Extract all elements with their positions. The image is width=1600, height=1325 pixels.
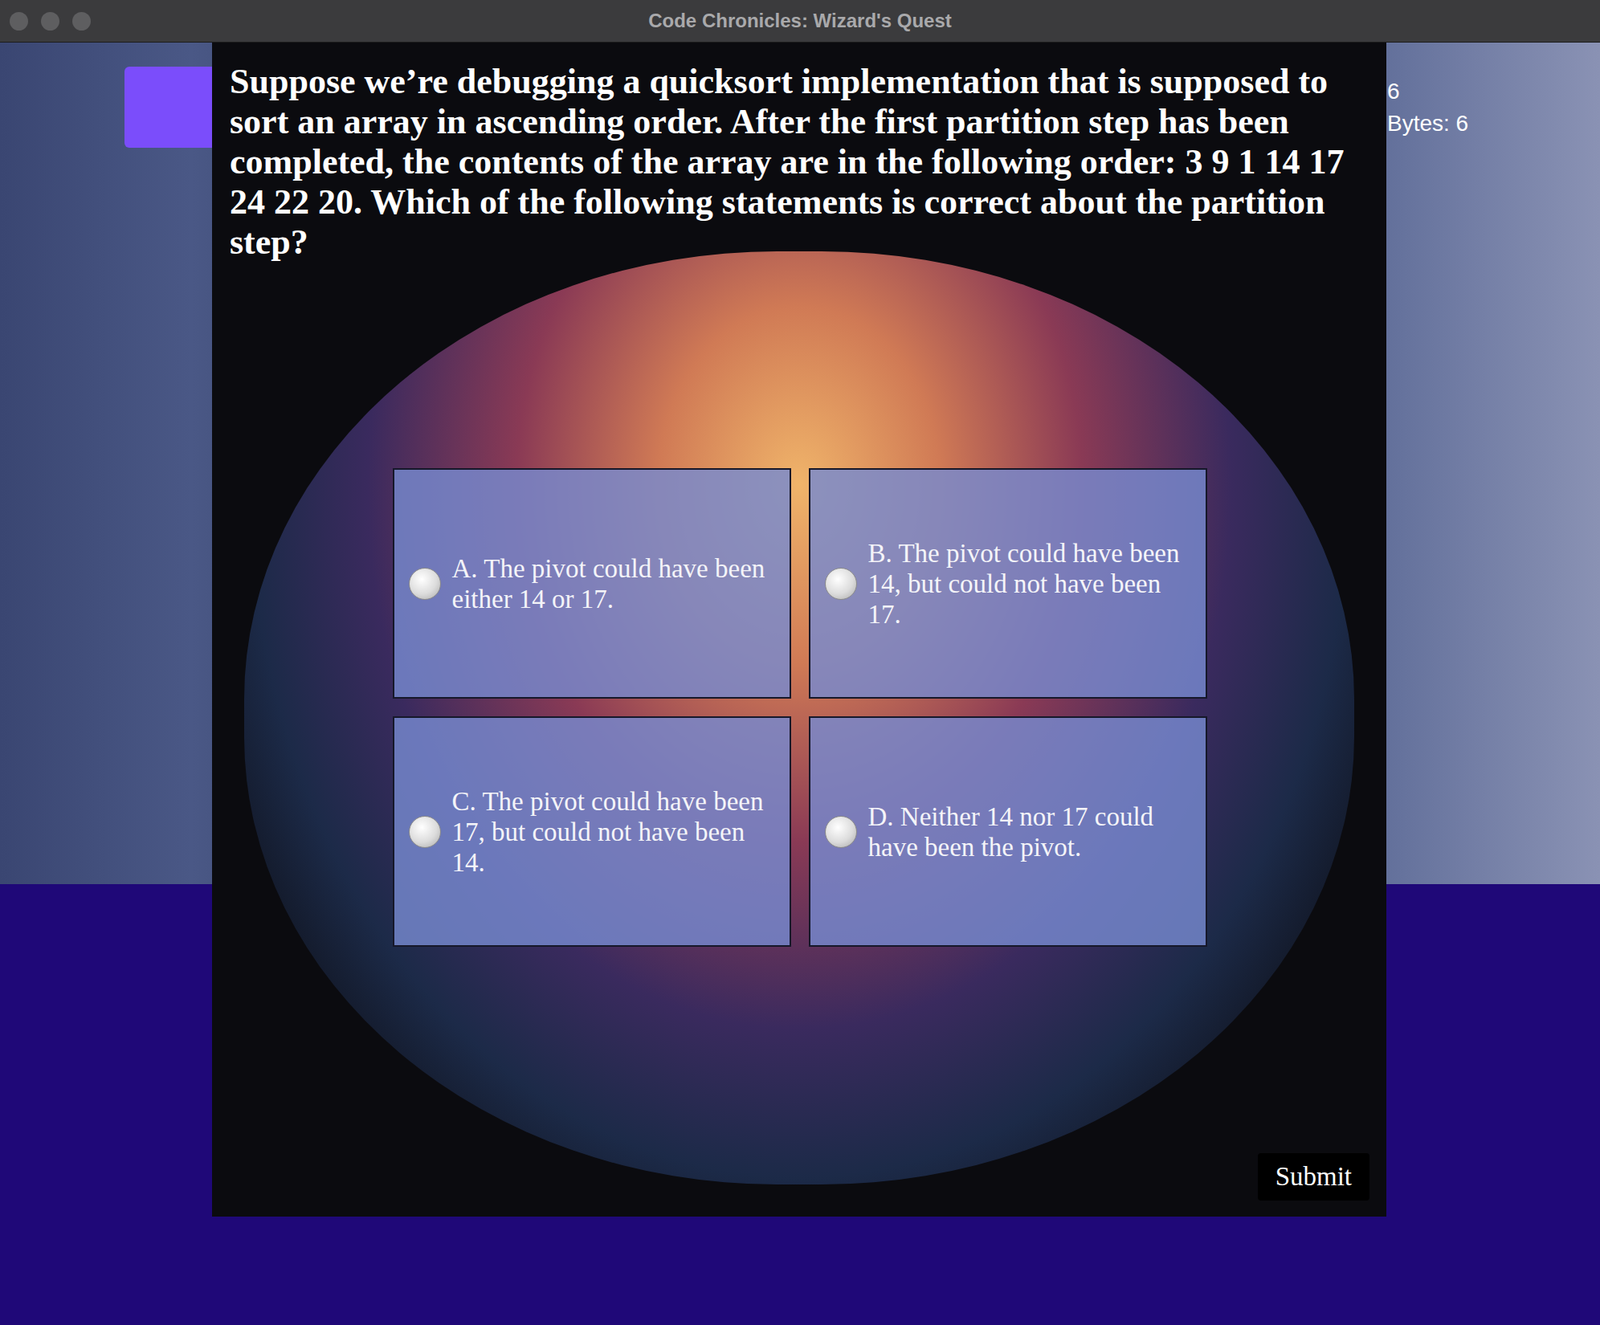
quiz-modal: Suppose we’re debugging a quicksort impl… [212, 42, 1387, 1217]
game-stage: 6 Bytes: 6 Suppose we’re debugging a quick… [0, 42, 1600, 1325]
radio-icon[interactable] [408, 567, 441, 600]
radio-icon[interactable] [408, 816, 441, 849]
option-card[interactable]: A. The pivot could have been either 14 o… [392, 468, 792, 699]
modal-footer: Submit [229, 1153, 1370, 1201]
close-icon[interactable] [9, 12, 29, 31]
question-text: Suppose we’re debugging a quicksort impl… [229, 61, 1347, 271]
options-grid: A. The pivot could have been either 14 o… [229, 468, 1370, 947]
hud-badge [124, 66, 221, 148]
window-controls [0, 12, 91, 31]
option-label: C. The pivot could have been 17, but cou… [452, 786, 772, 878]
option-card[interactable]: B. The pivot could have been 14, but cou… [808, 468, 1208, 699]
option-label: D. Neither 14 nor 17 could have been the… [868, 801, 1188, 863]
option-label: B. The pivot could have been 14, but cou… [868, 538, 1188, 630]
zoom-icon[interactable] [72, 12, 91, 31]
radio-icon[interactable] [824, 816, 858, 849]
radio-icon[interactable] [824, 567, 858, 600]
option-card[interactable]: C. The pivot could have been 17, but cou… [392, 716, 792, 947]
app-window: Code Chronicles: Wizard's Quest 6 Bytes: 6… [0, 0, 1600, 1325]
option-label: A. The pivot could have been either 14 o… [452, 553, 772, 615]
option-card[interactable]: D. Neither 14 nor 17 could have been the… [808, 716, 1208, 947]
hud-stats: 6 Bytes: 6 [1387, 77, 1469, 138]
hud-stat: Bytes: 6 [1387, 110, 1469, 138]
window-title: Code Chronicles: Wizard's Quest [0, 9, 1600, 33]
submit-button[interactable]: Submit [1257, 1153, 1370, 1201]
title-bar: Code Chronicles: Wizard's Quest [0, 0, 1600, 43]
minimize-icon[interactable] [40, 12, 60, 31]
hud-stat: 6 [1387, 77, 1469, 106]
